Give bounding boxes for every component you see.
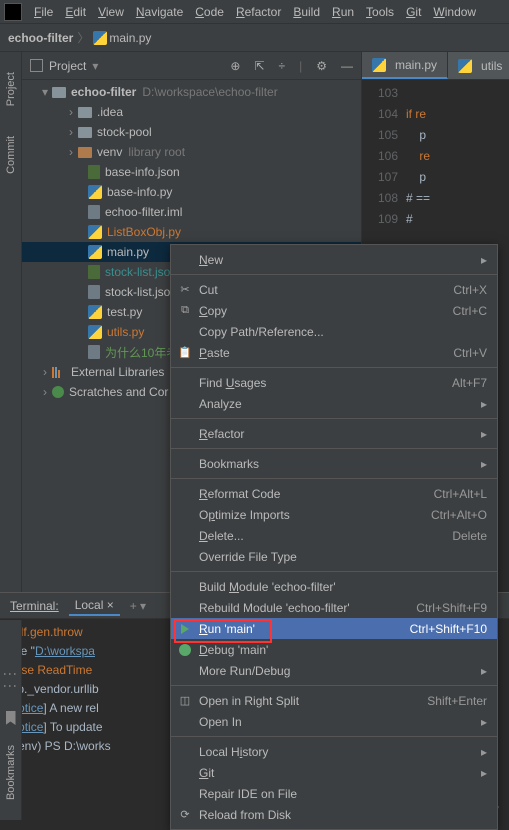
reload-icon: ⟳ xyxy=(177,807,193,823)
menu-item-rebuild-module-echoo-filter-[interactable]: Rebuild Module 'echoo-filter'Ctrl+Shift+… xyxy=(171,597,497,618)
menu-file[interactable]: File xyxy=(28,5,59,19)
menu-item-copy[interactable]: ⧉CopyCtrl+C xyxy=(171,300,497,321)
menu-item-reload-from-disk[interactable]: ⟳Reload from Disk xyxy=(171,804,497,825)
breadcrumb-project[interactable]: echoo-filter xyxy=(8,31,73,45)
debug-icon xyxy=(177,642,193,658)
menu-item-reformat-code[interactable]: Reformat CodeCtrl+Alt+L xyxy=(171,483,497,504)
tree-file[interactable]: base-info.py xyxy=(22,182,361,202)
breadcrumb-file[interactable]: main.py xyxy=(109,31,151,45)
menu-item-bookmarks[interactable]: Bookmarks▸ xyxy=(171,453,497,474)
menu-item-open-in[interactable]: Open In▸ xyxy=(171,711,497,732)
menu-window[interactable]: Window xyxy=(427,5,482,19)
copy-icon: ⧉ xyxy=(177,303,193,319)
target-icon[interactable]: ⊕ xyxy=(230,59,240,73)
tree-file[interactable]: base-info.json xyxy=(22,162,361,182)
menu-item-git[interactable]: Git▸ xyxy=(171,762,497,783)
tree-file[interactable]: echoo-filter.iml xyxy=(22,202,361,222)
commit-tool-tab[interactable]: Commit xyxy=(5,136,17,174)
python-icon xyxy=(88,305,102,319)
context-menu: New▸ ✂CutCtrl+X⧉CopyCtrl+CCopy Path/Refer… xyxy=(170,244,498,830)
editor-tab[interactable]: main.py xyxy=(362,52,448,79)
cut-icon: ✂ xyxy=(177,282,193,298)
editor-tab[interactable]: utils xyxy=(448,52,509,79)
tree-folder[interactable]: ›venv library root xyxy=(22,142,361,162)
menu-code[interactable]: Code xyxy=(189,5,230,19)
menu-item-open-in-right-split[interactable]: ◫Open in Right SplitShift+Enter xyxy=(171,690,497,711)
app-logo xyxy=(4,3,22,21)
bookmark-icon[interactable] xyxy=(6,711,16,725)
menubar: FileEditViewNavigateCodeRefactorBuildRun… xyxy=(0,0,509,24)
run-icon xyxy=(177,621,193,637)
menu-item-paste[interactable]: 📋PasteCtrl+V xyxy=(171,342,497,363)
hide-icon[interactable]: — xyxy=(341,59,353,73)
menu-item-new[interactable]: New▸ xyxy=(171,249,497,270)
menu-item-build-module-echoo-filter-[interactable]: Build Module 'echoo-filter' xyxy=(171,576,497,597)
menu-item-local-history[interactable]: Local History▸ xyxy=(171,741,497,762)
menu-build[interactable]: Build xyxy=(287,5,326,19)
terminal-label: Terminal: xyxy=(10,599,59,613)
paste-icon: 📋 xyxy=(177,345,193,361)
menu-item-override-file-type[interactable]: Override File Type xyxy=(171,546,497,567)
panel-title[interactable]: Project xyxy=(49,59,86,73)
terminal-add-tab[interactable]: + ▾ xyxy=(130,599,146,613)
menu-view[interactable]: View xyxy=(92,5,130,19)
menu-tools[interactable]: Tools xyxy=(360,5,400,19)
split-icon: ◫ xyxy=(177,693,193,709)
python-icon xyxy=(88,245,102,259)
file-icon xyxy=(88,205,100,219)
menu-git[interactable]: Git xyxy=(400,5,427,19)
python-icon xyxy=(93,31,107,45)
tree-folder[interactable]: ›stock-pool xyxy=(22,122,361,142)
menu-navigate[interactable]: Navigate xyxy=(130,5,189,19)
menu-item-find-usages[interactable]: Find UsagesAlt+F7 xyxy=(171,372,497,393)
json-icon xyxy=(88,265,100,279)
tree-file[interactable]: ListBoxObj.py xyxy=(22,222,361,242)
editor-tabs: main.pyutils xyxy=(362,52,509,80)
menu-edit[interactable]: Edit xyxy=(59,5,92,19)
menu-item-more-run-debug[interactable]: More Run/Debug▸ xyxy=(171,660,497,681)
python-icon xyxy=(372,58,386,72)
project-view-icon xyxy=(30,59,43,72)
menu-item-analyze[interactable]: Analyze▸ xyxy=(171,393,497,414)
menu-refactor[interactable]: Refactor xyxy=(230,5,287,19)
left-tool-gutter: Project Commit xyxy=(0,52,22,592)
left-bottom-gutter: ⋮⋮ Bookmarks xyxy=(0,620,22,820)
divider-icon[interactable]: ÷ xyxy=(279,59,286,73)
structure-icon[interactable]: ⋮⋮ xyxy=(3,667,19,691)
tree-root[interactable]: ▾echoo-filterD:\workspace\echoo-filter xyxy=(22,82,361,102)
file-icon xyxy=(88,345,100,359)
menu-item-optimize-imports[interactable]: Optimize ImportsCtrl+Alt+O xyxy=(171,504,497,525)
project-tool-tab[interactable]: Project xyxy=(5,72,17,106)
gear-icon[interactable]: ⚙ xyxy=(316,59,327,73)
menu-item-debug-main-[interactable]: Debug 'main' xyxy=(171,639,497,660)
menu-item-repair-ide-on-file[interactable]: Repair IDE on File xyxy=(171,783,497,804)
python-icon xyxy=(88,225,102,239)
file-icon xyxy=(88,285,100,299)
menu-item-run-main-[interactable]: Run 'main'Ctrl+Shift+F10 xyxy=(171,618,497,639)
breadcrumb: echoo-filter 〉 main.py xyxy=(0,24,509,52)
expand-icon[interactable]: ⇱ xyxy=(254,59,264,73)
menu-item-refactor[interactable]: Refactor▸ xyxy=(171,423,497,444)
terminal-tab-local[interactable]: Local × xyxy=(69,596,120,616)
menu-item-delete-[interactable]: Delete...Delete xyxy=(171,525,497,546)
python-icon xyxy=(88,185,102,199)
python-icon xyxy=(88,325,102,339)
python-icon xyxy=(458,59,472,73)
json-icon xyxy=(88,165,100,179)
menu-run[interactable]: Run xyxy=(326,5,360,19)
menu-item-cut[interactable]: ✂CutCtrl+X xyxy=(171,279,497,300)
menu-item-copy-path-reference-[interactable]: Copy Path/Reference... xyxy=(171,321,497,342)
bookmarks-tool-tab[interactable]: Bookmarks xyxy=(5,745,17,800)
tree-folder[interactable]: ›.idea xyxy=(22,102,361,122)
